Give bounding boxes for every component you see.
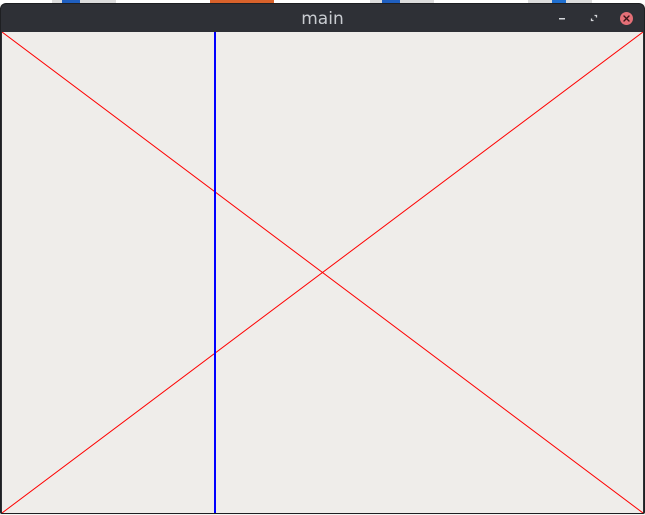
close-button-circle	[619, 11, 633, 25]
window-titlebar[interactable]: main	[1, 4, 644, 32]
app-window: main	[0, 3, 645, 514]
close-button[interactable]	[619, 11, 633, 25]
drawing-canvas[interactable]	[2, 32, 643, 513]
close-icon	[622, 14, 630, 22]
restore-icon	[590, 14, 598, 22]
window-title: main	[301, 9, 344, 29]
minimize-icon	[559, 18, 565, 20]
maximize-button[interactable]	[587, 11, 601, 25]
minimize-button[interactable]	[555, 11, 569, 25]
canvas-drawing	[2, 32, 643, 513]
